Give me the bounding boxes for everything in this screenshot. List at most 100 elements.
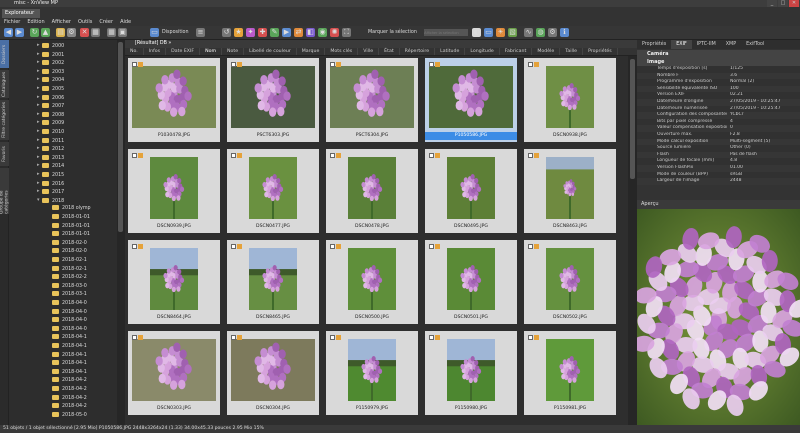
rating-star-icon[interactable] — [237, 62, 242, 67]
tab-catalogs[interactable]: Catalogues — [0, 70, 9, 98]
rotate-icon[interactable]: ↺ — [222, 28, 231, 37]
select-checkbox[interactable] — [528, 335, 533, 340]
select-checkbox[interactable] — [132, 244, 137, 249]
grid-scrollbar[interactable] — [628, 56, 637, 425]
delete-icon[interactable]: ✕ — [80, 28, 89, 37]
select-checkbox[interactable] — [528, 153, 533, 158]
color-wheel-icon[interactable]: ✺ — [330, 28, 339, 37]
slideshow-icon[interactable]: ▶ — [282, 28, 291, 37]
minimize-button[interactable]: _ — [767, 0, 777, 7]
select-checkbox[interactable] — [330, 244, 335, 249]
select-checkbox[interactable] — [132, 62, 137, 67]
thumbnail-image[interactable] — [429, 66, 513, 130]
rating-star-icon[interactable] — [336, 62, 341, 67]
select-checkbox[interactable] — [231, 62, 236, 67]
options-icon[interactable]: ⚙ — [548, 28, 557, 37]
rating-star-icon[interactable] — [336, 153, 341, 158]
tab-folders[interactable]: Dossiers — [0, 40, 9, 68]
wave-icon[interactable]: ∿ — [524, 28, 533, 37]
select-checkbox[interactable] — [528, 244, 533, 249]
menu-tools[interactable]: Outils — [78, 18, 92, 26]
thumbnail-image[interactable] — [231, 339, 315, 403]
disposition-label[interactable]: Disposition — [162, 30, 189, 35]
select-checkbox[interactable] — [429, 335, 434, 340]
thumbnail-image[interactable] — [330, 66, 414, 130]
fullscreen-icon[interactable]: ⛶ — [342, 28, 351, 37]
map-icon[interactable]: ◉ — [318, 28, 327, 37]
thumbnail-cell[interactable]: P1150980.JPG — [425, 331, 517, 415]
menu-create[interactable]: Créer — [99, 18, 113, 26]
column-filter[interactable]: Propriétés — [583, 48, 618, 55]
thumbnail-cell[interactable]: PSCT6304.JPG — [326, 58, 418, 142]
layout-icon[interactable]: ▭ — [150, 28, 159, 37]
column-filter[interactable]: No. — [125, 48, 144, 55]
thumbnail-cell[interactable]: P1150981.JPG — [524, 331, 616, 415]
tab-category-filter[interactable]: Filtre catégories — [0, 100, 9, 140]
star-icon[interactable]: ★ — [234, 28, 243, 37]
rating-star-icon[interactable] — [336, 244, 341, 249]
thumbnail-image[interactable] — [348, 157, 396, 221]
tab-category-groups[interactable]: Groupe de catégories — [0, 168, 10, 214]
search-input[interactable] — [424, 29, 468, 36]
folder-icon[interactable]: ▤ — [56, 28, 65, 37]
properties-tab[interactable]: IPTC-IIM — [692, 40, 721, 49]
refresh-icon[interactable]: ↻ — [30, 28, 39, 37]
back-icon[interactable]: ◀ — [4, 28, 13, 37]
thumbnail-image[interactable] — [447, 157, 495, 221]
monitor-icon[interactable]: ▭ — [484, 28, 493, 37]
select-checkbox[interactable] — [330, 153, 335, 158]
rating-star-icon[interactable] — [435, 153, 440, 158]
compare-icon[interactable]: ◧ — [306, 28, 315, 37]
select-checkbox[interactable] — [330, 62, 335, 67]
select-checkbox[interactable] — [231, 153, 236, 158]
thumbnail-image[interactable] — [447, 339, 495, 403]
select-checkbox[interactable] — [330, 335, 335, 340]
rating-star-icon[interactable] — [336, 335, 341, 340]
close-button[interactable]: ✕ — [789, 0, 799, 7]
thumbnail-image[interactable] — [231, 66, 315, 130]
thumbnail-cell[interactable]: P1050586.JPG — [425, 58, 517, 142]
tab-favorites[interactable]: Favoris — [0, 142, 9, 166]
thumbnail-cell[interactable]: DSCN0938.JPG — [524, 58, 616, 142]
select-checkbox[interactable] — [132, 153, 137, 158]
thumbnail-cell[interactable]: DSCN8463.JPG — [524, 149, 616, 233]
thumbnail-cell[interactable]: DSCN0502.JPG — [524, 240, 616, 324]
column-filter[interactable]: Libellé de couleur — [244, 48, 297, 55]
menu-view[interactable]: Afficher — [52, 18, 71, 26]
tree-node[interactable]: 2018-05-0 — [9, 411, 115, 420]
up-icon[interactable]: ▲ — [41, 28, 50, 37]
select-checkbox[interactable] — [132, 335, 137, 340]
section-image[interactable]: Image — [637, 58, 800, 66]
properties-tab[interactable]: EXIF — [671, 40, 692, 49]
tree-scrollbar-thumb[interactable] — [118, 42, 123, 232]
thumbnail-cell[interactable]: P1150979.JPG — [326, 331, 418, 415]
properties-tab[interactable]: ExifTool — [741, 40, 769, 49]
column-filter[interactable]: Modèle — [532, 48, 561, 55]
rating-star-icon[interactable] — [138, 153, 143, 158]
column-filter[interactable]: Répertoire — [400, 48, 436, 55]
select-checkbox[interactable] — [231, 335, 236, 340]
rating-star-icon[interactable] — [237, 335, 242, 340]
thumbnail-image[interactable] — [132, 339, 216, 403]
rating-star-icon[interactable] — [435, 335, 440, 340]
thumbnail-image[interactable] — [546, 339, 594, 403]
rating-star-icon[interactable] — [534, 153, 539, 158]
menu-edit[interactable]: Edition — [27, 18, 44, 26]
edit-icon[interactable]: ✎ — [270, 28, 279, 37]
thumbnail-cell[interactable]: PSCT6303.JPG — [227, 58, 319, 142]
thumbnail-image[interactable] — [348, 248, 396, 312]
column-filter[interactable]: Infos — [144, 48, 167, 55]
thumbnail-cell[interactable]: DSCN0501.JPG — [425, 240, 517, 324]
rating-star-icon[interactable] — [534, 62, 539, 67]
thumbnail-image[interactable] — [150, 248, 198, 312]
column-filter[interactable]: Latitude — [435, 48, 466, 55]
tag-icon[interactable]: ✚ — [258, 28, 267, 37]
thumbnail-cell[interactable]: DSCN0477.JPG — [227, 149, 319, 233]
thumbnail-cell[interactable]: DSCN8465.JPG — [227, 240, 319, 324]
thumbnail-image[interactable] — [132, 66, 216, 130]
sun-icon[interactable]: ☀ — [496, 28, 505, 37]
thumbnail-cell[interactable]: P1030478.JPG — [128, 58, 220, 142]
rating-star-icon[interactable] — [534, 244, 539, 249]
thumbnail-cell[interactable]: DSCN0303.JPG — [128, 331, 220, 415]
thumbnail-cell[interactable]: DSCN0495.JPG — [425, 149, 517, 233]
